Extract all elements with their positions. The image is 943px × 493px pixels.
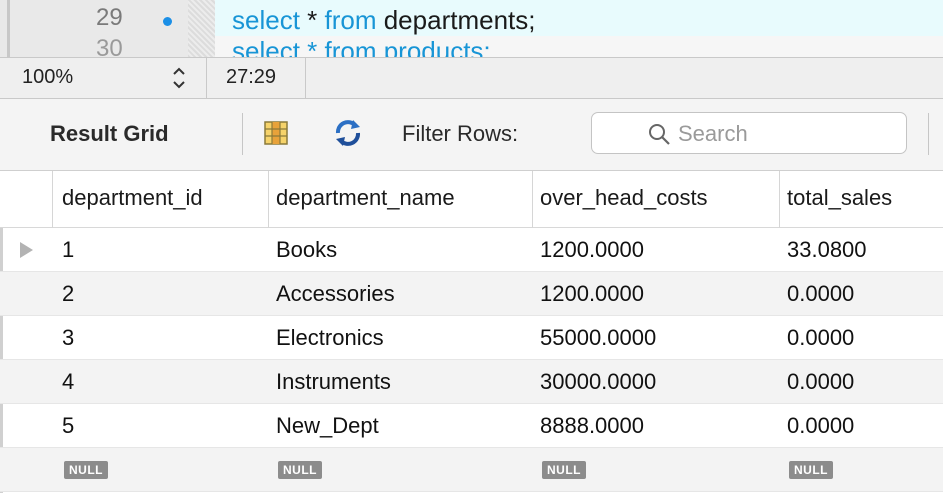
keyword-from: from xyxy=(324,5,377,35)
column-header-total-sales[interactable]: total_sales xyxy=(787,185,892,211)
new-row-placeholder[interactable]: NULL NULL NULL NULL xyxy=(0,448,943,492)
code-line-30[interactable]: select * from products; xyxy=(232,36,491,57)
chevron-up-down-icon xyxy=(173,67,185,89)
column-header-department-id[interactable]: department_id xyxy=(62,185,203,211)
cell-total-sales[interactable]: 0.0000 xyxy=(787,281,854,307)
column-divider[interactable] xyxy=(532,171,533,228)
cell-department-name[interactable]: New_Dept xyxy=(276,413,379,439)
table-row[interactable]: 1 Books 1200.0000 33.0800 xyxy=(0,228,943,272)
cell-department-id[interactable]: 5 xyxy=(62,413,74,439)
gutter-hatch xyxy=(188,0,215,57)
null-badge[interactable]: NULL xyxy=(789,461,833,479)
cell-total-sales[interactable]: 0.0000 xyxy=(787,369,854,395)
cell-department-id[interactable]: 2 xyxy=(62,281,74,307)
cell-department-id[interactable]: 3 xyxy=(62,325,74,351)
table-row[interactable]: 2 Accessories 1200.0000 0.0000 xyxy=(0,272,943,316)
result-toolbar: Result Grid Filter Rows: xyxy=(0,99,943,171)
cell-over-head-costs[interactable]: 55000.0000 xyxy=(540,325,656,351)
table-row[interactable]: 3 Electronics 55000.0000 0.0000 xyxy=(0,316,943,360)
cell-department-id[interactable]: 1 xyxy=(62,237,74,263)
line-number-30: 30 xyxy=(96,35,123,57)
keyword-select: select xyxy=(232,5,300,35)
cell-department-name[interactable]: Electronics xyxy=(276,325,384,351)
column-divider[interactable] xyxy=(779,171,780,228)
cursor-position: 27:29 xyxy=(226,66,277,88)
cell-over-head-costs[interactable]: 30000.0000 xyxy=(540,369,656,395)
null-badge[interactable]: NULL xyxy=(278,461,322,479)
toolbar-divider xyxy=(242,113,243,155)
status-divider xyxy=(305,58,306,100)
cell-department-id[interactable]: 4 xyxy=(62,369,74,395)
cell-over-head-costs[interactable]: 8888.0000 xyxy=(540,413,644,439)
cell-department-name[interactable]: Accessories xyxy=(276,281,395,307)
code-line-29[interactable]: select * from departments; xyxy=(232,5,535,36)
null-badge[interactable]: NULL xyxy=(542,461,586,479)
gutter-stripe xyxy=(7,0,10,57)
sql-editor[interactable]: 29 30 select * from departments; select … xyxy=(0,0,943,57)
toolbar-divider xyxy=(928,113,929,155)
grid-header-row: department_id department_name over_head_… xyxy=(0,171,943,228)
status-divider xyxy=(206,58,207,100)
null-badge[interactable]: NULL xyxy=(64,461,108,479)
result-grid-tab[interactable]: Result Grid xyxy=(50,121,169,147)
search-icon xyxy=(649,124,670,145)
result-grid: department_id department_name over_head_… xyxy=(0,171,943,492)
search-input[interactable] xyxy=(676,119,900,149)
editor-status-bar: 100% 27:29 xyxy=(0,57,943,100)
statement-marker-icon[interactable] xyxy=(163,17,172,26)
cell-total-sales[interactable]: 33.0800 xyxy=(787,237,867,263)
search-field[interactable] xyxy=(591,112,907,154)
cell-total-sales[interactable]: 0.0000 xyxy=(787,413,854,439)
refresh-icon[interactable] xyxy=(333,119,363,152)
cell-over-head-costs[interactable]: 1200.0000 xyxy=(540,237,644,263)
zoom-stepper[interactable] xyxy=(171,64,187,92)
cell-department-name[interactable]: Instruments xyxy=(276,369,391,395)
line-number-29: 29 xyxy=(96,4,123,31)
column-divider xyxy=(52,171,53,228)
table-row[interactable]: 5 New_Dept 8888.0000 0.0000 xyxy=(0,404,943,448)
filter-rows-label: Filter Rows: xyxy=(402,121,519,146)
table-row[interactable]: 4 Instruments 30000.0000 0.0000 xyxy=(0,360,943,404)
cell-total-sales[interactable]: 0.0000 xyxy=(787,325,854,351)
grid-layout-icon[interactable] xyxy=(264,121,288,150)
current-row-arrow-icon xyxy=(20,242,33,258)
cell-department-name[interactable]: Books xyxy=(276,237,337,263)
cell-over-head-costs[interactable]: 1200.0000 xyxy=(540,281,644,307)
code-star: * xyxy=(299,5,325,35)
column-header-over-head-costs[interactable]: over_head_costs xyxy=(540,185,708,211)
column-divider[interactable] xyxy=(268,171,269,228)
column-header-department-name[interactable]: department_name xyxy=(276,185,455,211)
code-table: departments; xyxy=(376,5,536,35)
zoom-level: 100% xyxy=(22,66,74,88)
